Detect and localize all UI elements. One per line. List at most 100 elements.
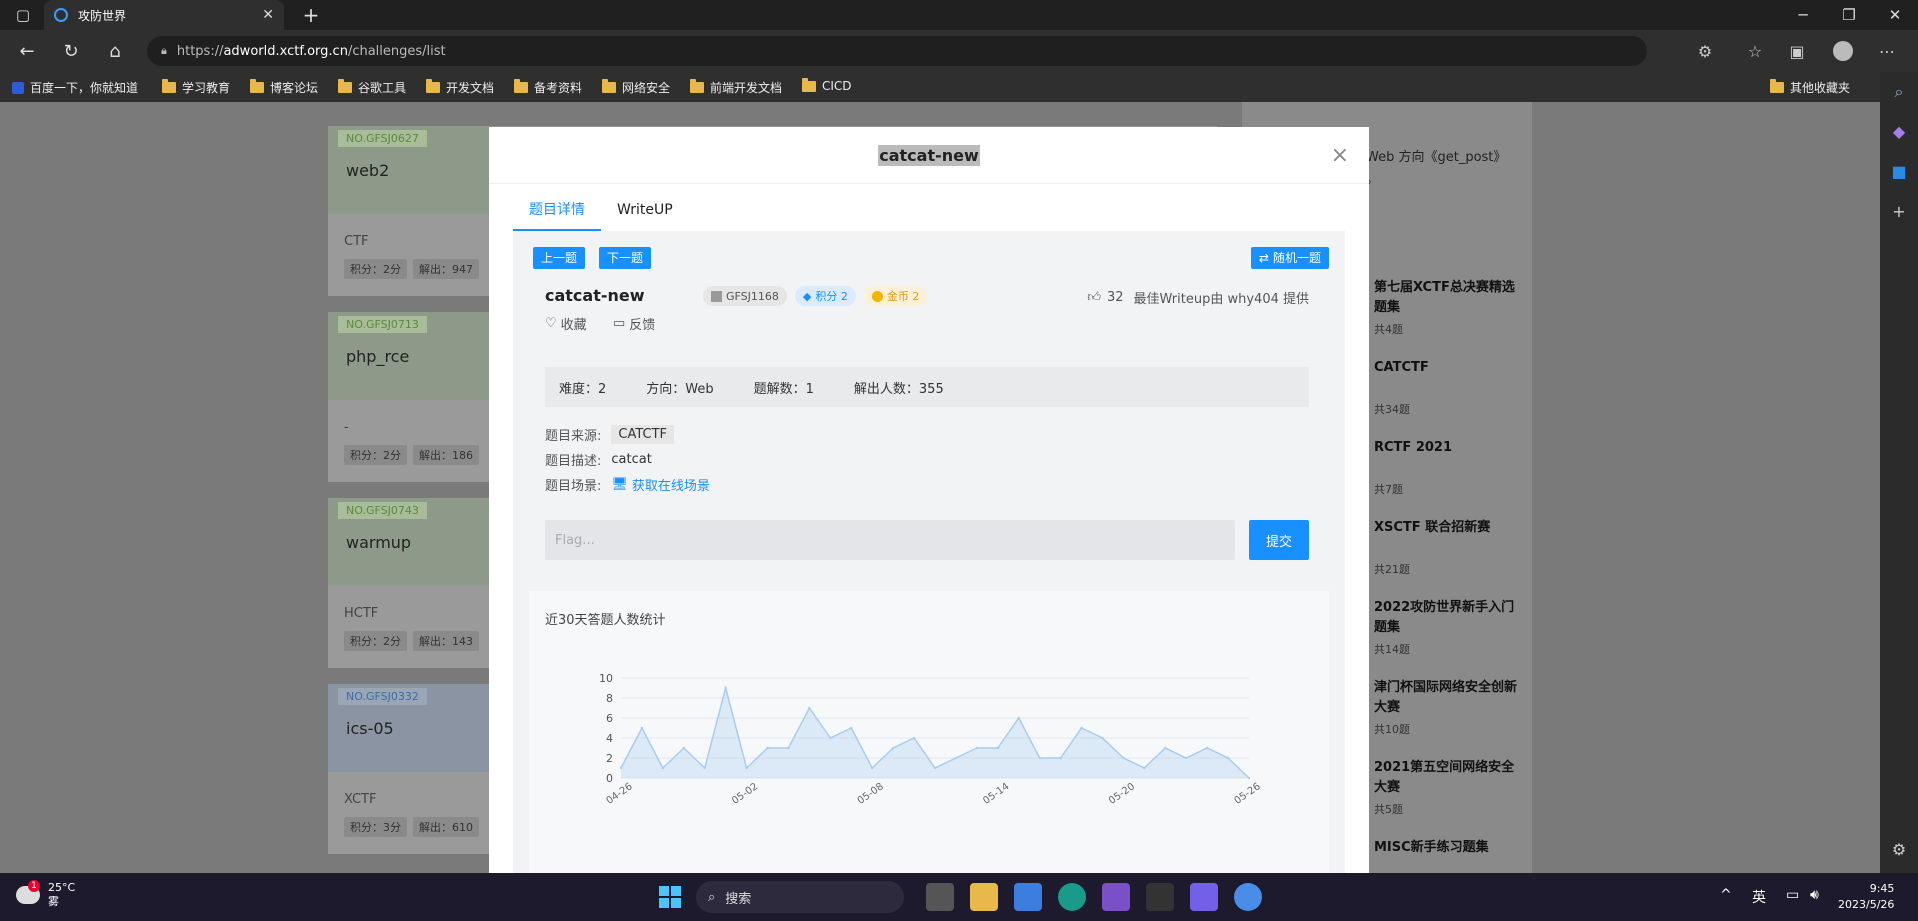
- clock[interactable]: 9:45 2023/5/26: [1838, 881, 1894, 913]
- app-icon[interactable]: [1190, 883, 1218, 911]
- back-icon[interactable]: ←: [12, 36, 42, 66]
- other-bookmarks[interactable]: 其他收藏夹: [1770, 79, 1850, 96]
- folder-icon: [690, 79, 704, 93]
- writeup-count: 题解数：1: [753, 381, 814, 397]
- bookmark-item[interactable]: 谷歌工具: [338, 79, 406, 96]
- prev-button[interactable]: 上一题: [533, 247, 586, 269]
- bookmark-item[interactable]: 前端开发文档: [690, 79, 782, 96]
- bookmark-item[interactable]: 博客论坛: [250, 79, 318, 96]
- collection-item[interactable]: 津门杯国际网络安全创新大赛 共10题: [1374, 678, 1524, 740]
- start-icon[interactable]: [656, 883, 684, 911]
- new-tab-button[interactable]: +: [288, 0, 334, 30]
- feedback-button[interactable]: ▭ 反馈: [613, 314, 655, 333]
- network-icon[interactable]: ▭: [1786, 887, 1799, 903]
- collection-count: 共21题: [1374, 563, 1410, 576]
- challenge-no: NO.GFSJ0743: [338, 502, 427, 519]
- search-icon[interactable]: ⌕: [1889, 82, 1909, 102]
- y-tick-label: 10: [599, 672, 613, 685]
- submit-button[interactable]: 提交: [1249, 520, 1309, 560]
- folder-icon: [162, 79, 176, 93]
- collection-item[interactable]: 2021第五空间网络安全大赛 共5题: [1374, 758, 1524, 820]
- get-scene-link[interactable]: 🖥︎ 获取在线场景: [611, 475, 710, 494]
- next-button[interactable]: 下一题: [599, 247, 652, 269]
- collection-item[interactable]: MISC新手练习题集: [1374, 838, 1524, 858]
- y-tick-label: 0: [606, 772, 613, 785]
- weather-widget[interactable]: 1 25°C 雾: [16, 880, 75, 909]
- more-icon[interactable]: ⋯: [1872, 36, 1902, 66]
- bookmark-item[interactable]: CICD: [802, 77, 852, 93]
- taskbar-search[interactable]: ⌕ 搜索: [696, 881, 904, 913]
- store-icon[interactable]: [1014, 883, 1042, 911]
- restore-button[interactable]: ❐: [1826, 0, 1872, 30]
- chrome-icon[interactable]: [1234, 883, 1262, 911]
- refresh-icon[interactable]: ↻: [56, 36, 86, 66]
- collections-icon[interactable]: ▣: [1782, 36, 1812, 66]
- collection-item[interactable]: 第七届XCTF总决赛精选题集 共4题: [1374, 278, 1524, 340]
- folder-icon: [338, 79, 352, 93]
- message-icon: ▭: [613, 316, 626, 331]
- random-button[interactable]: ⇄ 随机一题: [1250, 247, 1329, 269]
- extensions-icon[interactable]: ⚙: [1690, 36, 1720, 66]
- volume-icon[interactable]: 🔊︎: [1810, 887, 1819, 903]
- tab-actions-icon[interactable]: ▢: [0, 0, 46, 30]
- favorites-icon[interactable]: ☆: [1740, 36, 1770, 66]
- file-explorer-icon[interactable]: [970, 883, 998, 911]
- collection-item[interactable]: 2022攻防世界新手入门题集 共14题: [1374, 598, 1524, 660]
- outlook-icon[interactable]: ■: [1889, 162, 1909, 182]
- panel-top-text: Web 方向《get_post》: [1366, 150, 1507, 165]
- coin-icon: [871, 290, 883, 302]
- favorite-button[interactable]: ♡ 收藏: [545, 314, 587, 333]
- tray-chevron-icon[interactable]: ^: [1720, 887, 1732, 903]
- data-point: [1247, 776, 1251, 780]
- scene-link-label: 获取在线场景: [631, 479, 710, 494]
- folder-icon: [1770, 79, 1784, 93]
- favorite-label: 收藏: [560, 318, 587, 333]
- solves-chart: 024681004-26 05-02 05-08 05-14 05-20 05-26: [599, 672, 1263, 807]
- copilot-icon[interactable]: ◆: [1889, 122, 1909, 142]
- home-icon[interactable]: ⌂: [100, 36, 130, 66]
- terminal-icon[interactable]: [1146, 883, 1174, 911]
- collection-title: CATCTF: [1374, 360, 1429, 375]
- thumbs-up-icon[interactable]: 👍︎: [1087, 290, 1101, 305]
- settings-gear-icon[interactable]: ⚙: [1889, 840, 1909, 860]
- direction: 方向：Web: [646, 381, 714, 397]
- ime-indicator[interactable]: 英: [1752, 887, 1766, 907]
- browser-tab[interactable]: 攻防世界 ✕: [44, 0, 284, 30]
- data-point: [829, 736, 832, 740]
- collection-item[interactable]: XSCTF 联合招新赛 共21题: [1374, 518, 1524, 580]
- bookmark-item[interactable]: 开发文档: [426, 79, 494, 96]
- description-label: 题目描述:: [545, 454, 602, 469]
- task-view-icon[interactable]: [926, 883, 954, 911]
- collection-title: 2021第五空间网络安全大赛: [1374, 760, 1515, 795]
- tab-details[interactable]: 题目详情: [513, 197, 601, 231]
- window-close-button[interactable]: ✕: [1872, 0, 1918, 30]
- clock-time: 9:45: [1869, 882, 1895, 895]
- data-point: [871, 766, 874, 770]
- feedback-label: 反馈: [629, 318, 656, 333]
- collection-item[interactable]: CATCTF 共34题: [1374, 358, 1524, 420]
- source-value: CATCTF: [611, 425, 675, 444]
- y-tick-label: 6: [606, 712, 613, 725]
- collection-title: XSCTF 联合招新赛: [1374, 520, 1491, 535]
- tab-close-icon[interactable]: ✕: [262, 7, 274, 23]
- tab-writeup[interactable]: WriteUP: [601, 197, 689, 231]
- data-point: [619, 766, 623, 770]
- bookmark-item[interactable]: 备考资料: [514, 79, 582, 96]
- close-icon[interactable]: ×: [1331, 143, 1349, 168]
- url-prefix: https://: [176, 43, 224, 59]
- bookmark-item[interactable]: 学习教育: [162, 79, 230, 96]
- profile-avatar[interactable]: [1828, 36, 1858, 66]
- visual-studio-icon[interactable]: [1102, 883, 1130, 911]
- bookmark-label: 博客论坛: [270, 81, 319, 95]
- data-point: [996, 746, 999, 750]
- bookmark-item[interactable]: 百度一下，你就知道: [12, 79, 138, 96]
- url-field[interactable]: 🔒︎ https://adworld.xctf.org.cn/challenge…: [147, 36, 1647, 66]
- bookmark-item[interactable]: 网络安全: [602, 79, 670, 96]
- collection-item[interactable]: RCTF 2021 共7题: [1374, 438, 1524, 500]
- search-label: 搜索: [725, 891, 752, 907]
- data-point: [933, 766, 937, 770]
- minimize-button[interactable]: ─: [1780, 0, 1826, 30]
- edge-icon[interactable]: [1058, 883, 1086, 911]
- add-icon[interactable]: +: [1889, 202, 1909, 222]
- flag-input[interactable]: Flag...: [545, 520, 1235, 560]
